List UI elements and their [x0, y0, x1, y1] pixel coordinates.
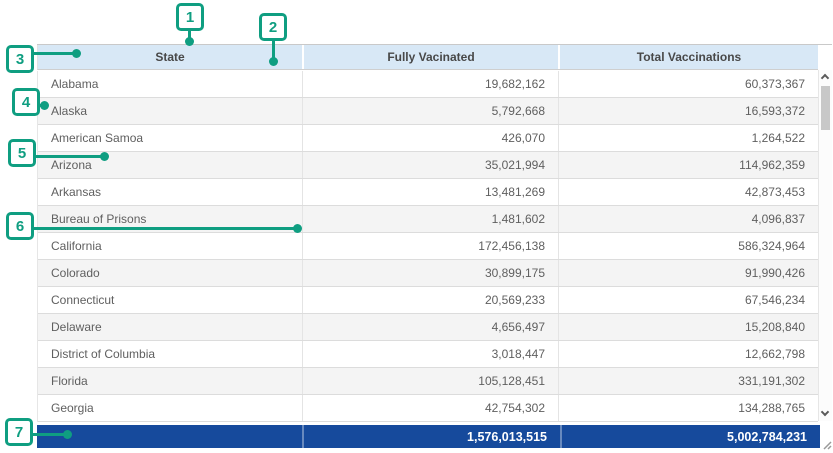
total-vaccinations-cell: 42,873,453 [558, 179, 818, 205]
total-vaccinations-cell: 1,264,522 [558, 125, 818, 151]
fully-vacinated-cell: 105,128,451 [302, 368, 558, 394]
fully-vacinated-cell: 172,456,138 [302, 233, 558, 259]
callout-label: 6 [16, 218, 24, 235]
total-vaccinations-cell: 331,191,302 [558, 368, 818, 394]
state-cell: Alaska [38, 98, 302, 124]
total-vaccinations-cell: 586,324,964 [558, 233, 818, 259]
callout-dot [185, 37, 194, 46]
fully-vacinated-cell: 4,656,497 [302, 314, 558, 340]
table-row[interactable]: Delaware 4,656,497 15,208,840 [38, 314, 818, 341]
callout-label: 5 [18, 145, 26, 162]
callout-line [31, 433, 65, 436]
table-row[interactable]: American Samoa 426,070 1,264,522 [38, 125, 818, 152]
callout-5: 5 [8, 139, 36, 167]
fully-vacinated-cell: 3,018,447 [302, 341, 558, 367]
callout-label: 2 [269, 19, 277, 36]
table-row[interactable]: Colorado 30,899,175 91,990,426 [38, 260, 818, 287]
callout-dot [269, 57, 278, 66]
fully-vacinated-cell: 1,481,602 [302, 206, 558, 232]
scrollbar-thumb[interactable] [821, 86, 830, 130]
callout-label: 7 [15, 424, 23, 441]
callout-1: 1 [176, 3, 204, 31]
column-header-fully-vacinated[interactable]: Fully Vacinated [302, 45, 558, 69]
callout-dot [72, 49, 81, 58]
table-row[interactable]: Alaska 5,792,668 16,593,372 [38, 98, 818, 125]
summary-state-cell [37, 425, 302, 448]
state-cell: Florida [38, 368, 302, 394]
total-vaccinations-cell: 67,546,234 [558, 287, 818, 313]
total-vaccinations-cell: 4,096,837 [558, 206, 818, 232]
chevron-down-icon [821, 408, 829, 416]
annotated-table-screenshot: State Fully Vacinated Total Vaccinations… [0, 0, 833, 453]
fully-vacinated-cell: 13,481,269 [302, 179, 558, 205]
total-vaccinations-cell: 91,990,426 [558, 260, 818, 286]
scroll-down-button[interactable] [819, 407, 833, 421]
table-row[interactable]: Georgia 42,754,302 134,288,765 [38, 395, 818, 422]
table-row[interactable]: Alabama 19,682,162 60,373,367 [38, 71, 818, 98]
vertical-scrollbar[interactable] [818, 70, 832, 421]
callout-label: 3 [16, 51, 24, 68]
state-cell: Colorado [38, 260, 302, 286]
callout-3: 3 [6, 45, 34, 73]
total-vaccinations-cell: 12,662,798 [558, 341, 818, 367]
table-header-row: State Fully Vacinated Total Vaccinations [37, 45, 818, 70]
callout-line [34, 155, 102, 158]
table-row[interactable]: Arkansas 13,481,269 42,873,453 [38, 179, 818, 206]
callout-label: 4 [22, 94, 30, 111]
callout-dot [293, 224, 302, 233]
fully-vacinated-cell: 426,070 [302, 125, 558, 151]
callout-7: 7 [5, 418, 33, 446]
table-row[interactable]: Florida 105,128,451 331,191,302 [38, 368, 818, 395]
state-cell: California [38, 233, 302, 259]
callout-2: 2 [259, 13, 287, 41]
state-cell: Alabama [38, 71, 302, 97]
fully-vacinated-cell: 19,682,162 [302, 71, 558, 97]
total-vaccinations-cell: 134,288,765 [558, 395, 818, 421]
summary-total-vaccinations-value: 5,002,784,231 [560, 425, 820, 448]
fully-vacinated-cell: 35,021,994 [302, 152, 558, 178]
table-body: Alabama 19,682,162 60,373,367 Alaska 5,7… [37, 71, 818, 422]
state-cell: Georgia [38, 395, 302, 421]
fully-vacinated-cell: 20,569,233 [302, 287, 558, 313]
state-cell: Arkansas [38, 179, 302, 205]
table-row[interactable]: California 172,456,138 586,324,964 [38, 233, 818, 260]
chevron-up-icon [821, 74, 829, 82]
total-vaccinations-cell: 15,208,840 [558, 314, 818, 340]
table-row[interactable]: Arizona 35,021,994 114,962,359 [38, 152, 818, 179]
fully-vacinated-cell: 42,754,302 [302, 395, 558, 421]
callout-6: 6 [6, 212, 34, 240]
callout-label: 1 [186, 9, 194, 26]
column-header-total-vaccinations[interactable]: Total Vaccinations [558, 45, 818, 69]
state-cell: American Samoa [38, 125, 302, 151]
callout-line [32, 227, 295, 230]
summary-row: 1,576,013,515 5,002,784,231 [37, 425, 820, 448]
table-row[interactable]: Connecticut 20,569,233 67,546,234 [38, 287, 818, 314]
callout-dot [100, 152, 109, 161]
state-cell: Delaware [38, 314, 302, 340]
scroll-up-button[interactable] [819, 70, 833, 84]
total-vaccinations-cell: 114,962,359 [558, 152, 818, 178]
total-vaccinations-cell: 16,593,372 [558, 98, 818, 124]
state-cell: Connecticut [38, 287, 302, 313]
fully-vacinated-cell: 5,792,668 [302, 98, 558, 124]
state-cell: District of Columbia [38, 341, 302, 367]
table-row[interactable]: District of Columbia 3,018,447 12,662,79… [38, 341, 818, 368]
callout-dot [63, 430, 72, 439]
summary-fully-vacinated-value: 1,576,013,515 [302, 425, 560, 448]
fully-vacinated-cell: 30,899,175 [302, 260, 558, 286]
callout-dot [40, 101, 49, 110]
callout-4: 4 [12, 88, 40, 116]
callout-line [32, 52, 74, 55]
resize-grip-icon[interactable] [822, 440, 832, 450]
total-vaccinations-cell: 60,373,367 [558, 71, 818, 97]
